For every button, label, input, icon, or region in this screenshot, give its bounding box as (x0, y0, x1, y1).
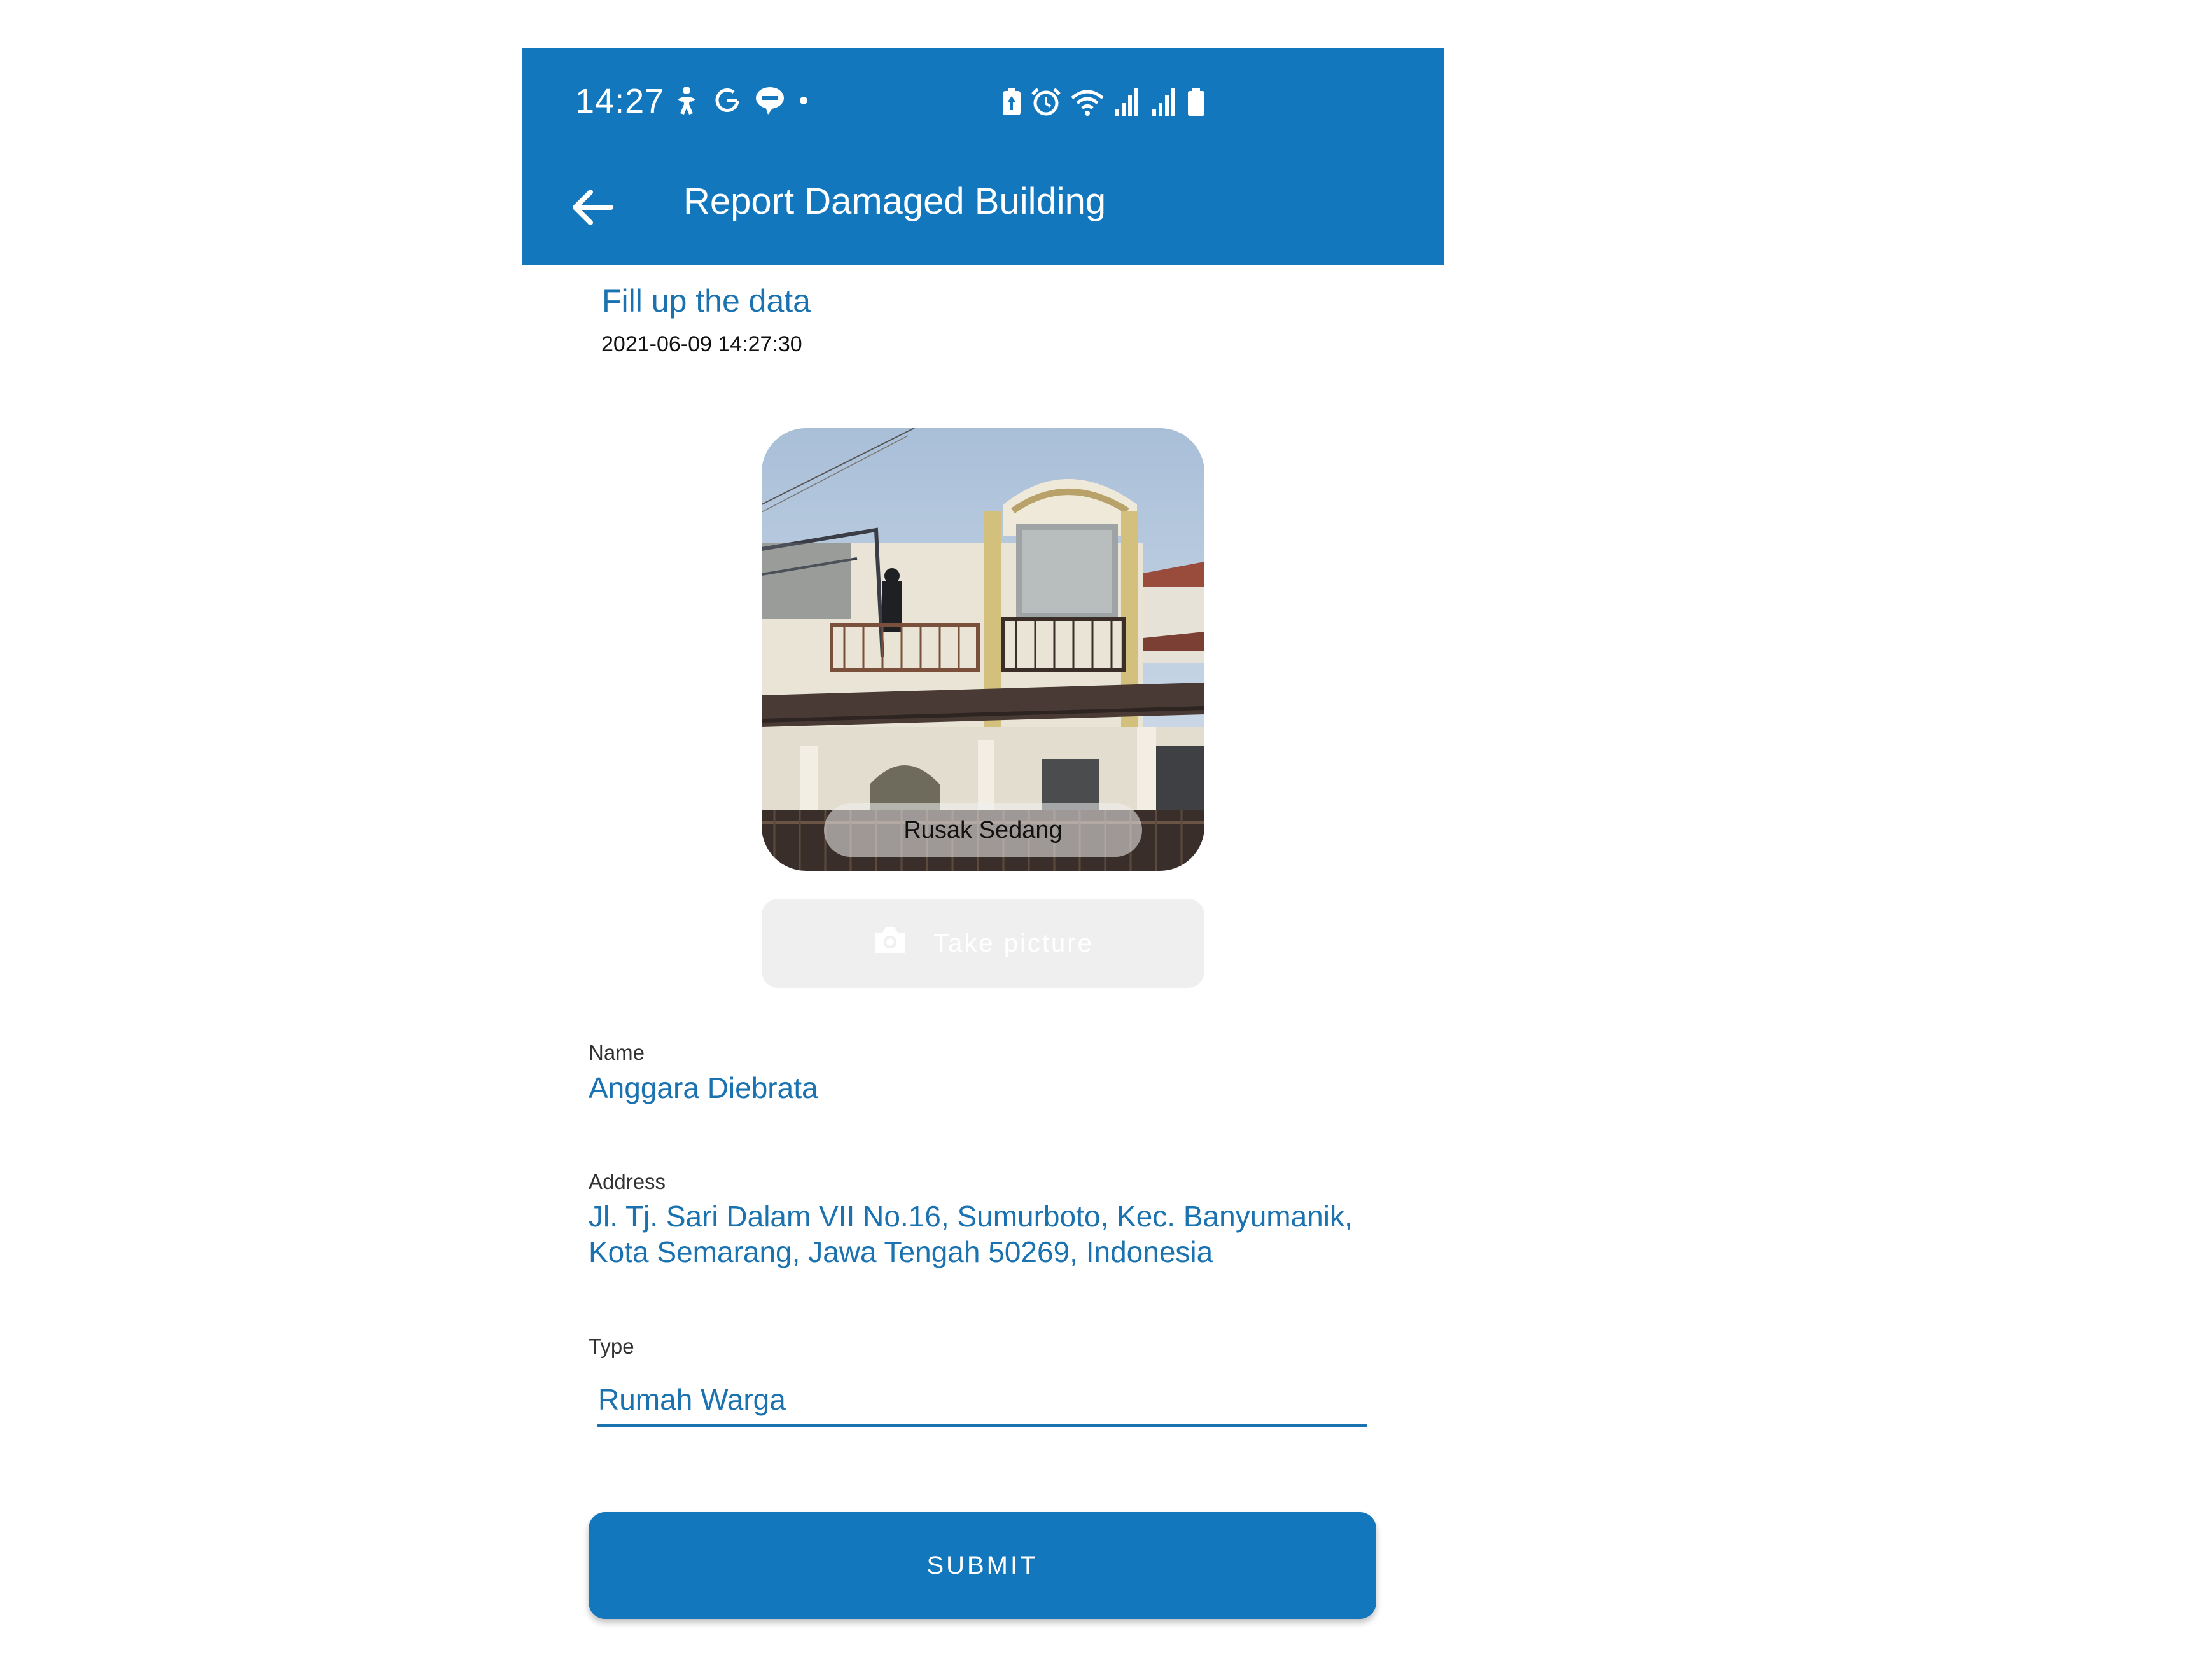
camera-icon (872, 925, 908, 962)
form-subtitle: Fill up the data (602, 283, 811, 319)
name-value: Anggara Diebrata (589, 1071, 818, 1104)
take-picture-button[interactable]: Take picture (762, 899, 1204, 988)
address-value: Jl. Tj. Sari Dalam VII No.16, Sumurboto,… (589, 1198, 1353, 1270)
submit-label: SUBMIT (926, 1551, 1038, 1579)
signal-icon (1150, 87, 1179, 117)
status-right-icons (1001, 87, 1206, 117)
submit-button[interactable]: SUBMIT (589, 1512, 1376, 1619)
address-label: Address (589, 1170, 666, 1193)
dot-icon (797, 85, 810, 116)
alarm-icon (1030, 87, 1062, 117)
phone-screen: 14:27 Report Damaged Building Fill up th… (522, 48, 1444, 1680)
accessibility-icon (673, 85, 701, 116)
address-line-2: Kota Semarang, Jawa Tengah 50269, Indone… (589, 1235, 1213, 1268)
name-label: Name (589, 1041, 645, 1064)
status-time: 14:27 (575, 82, 665, 120)
status-left-icons (673, 85, 810, 116)
type-input[interactable] (597, 1375, 1367, 1427)
building-photo: Rusak Sedang (762, 428, 1204, 871)
google-icon (712, 85, 743, 116)
take-picture-label: Take picture (933, 929, 1094, 957)
line-chat-icon (754, 85, 786, 116)
battery-icon (1187, 87, 1206, 117)
damage-level-badge: Rusak Sedang (824, 803, 1142, 857)
arrow-left-icon (564, 190, 621, 239)
page-title: Report Damaged Building (683, 181, 1106, 222)
type-label: Type (589, 1335, 634, 1358)
signal-icon (1113, 87, 1142, 117)
report-timestamp: 2021-06-09 14:27:30 (601, 332, 802, 356)
address-line-1: Jl. Tj. Sari Dalam VII No.16, Sumurboto,… (589, 1200, 1353, 1233)
wifi-icon (1070, 87, 1105, 117)
app-bar: 14:27 Report Damaged Building (522, 48, 1444, 265)
battery-saver-icon (1001, 87, 1022, 116)
back-button[interactable] (564, 179, 621, 236)
